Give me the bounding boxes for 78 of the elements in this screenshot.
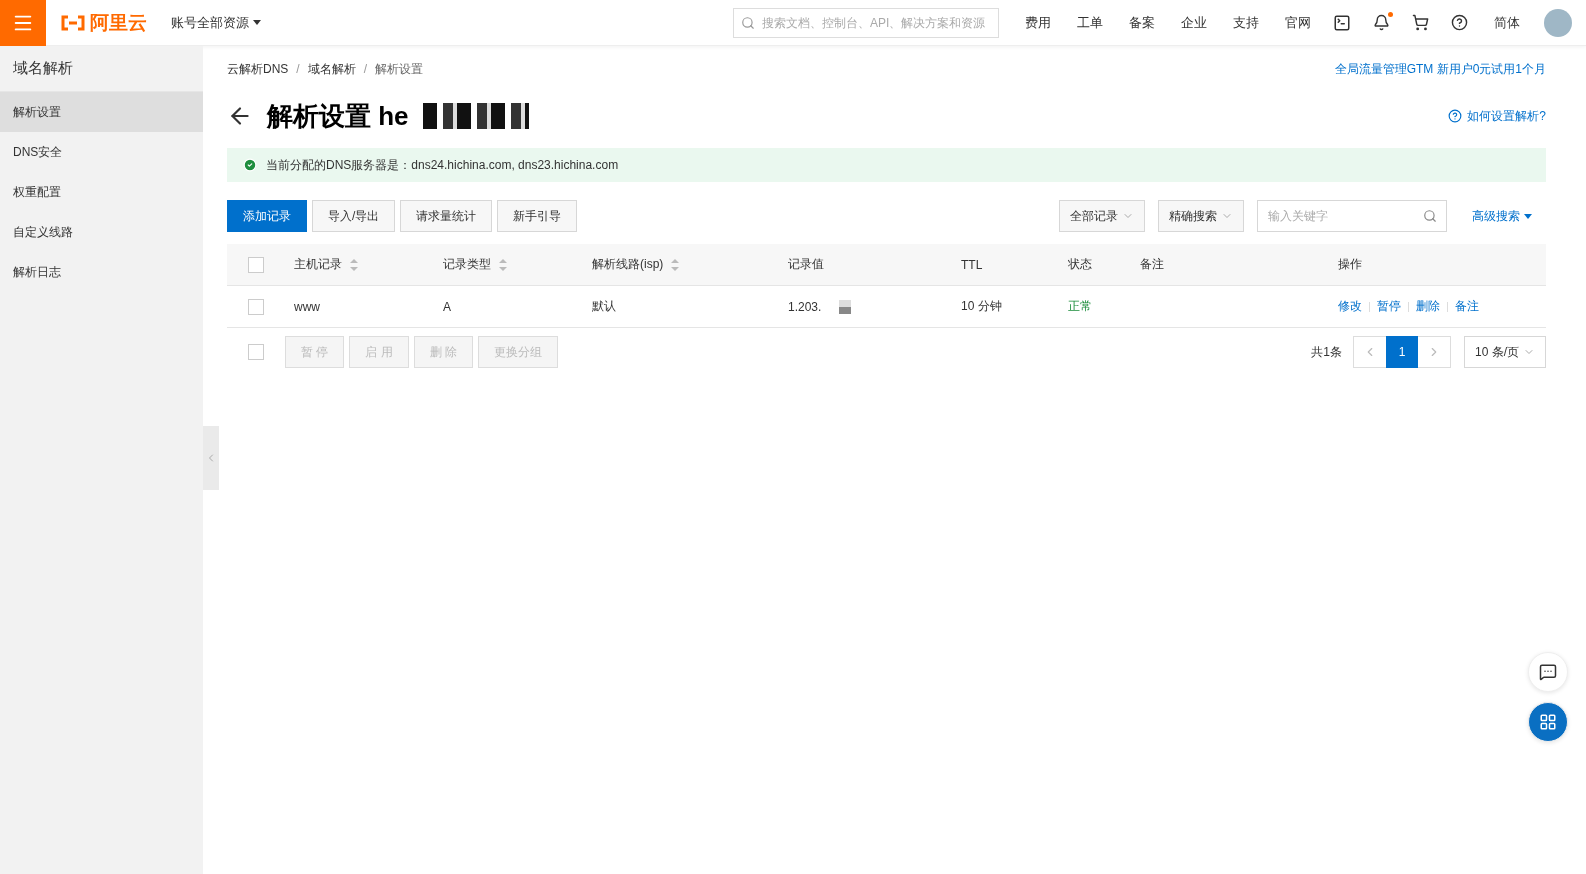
menu-button[interactable]: [0, 0, 46, 46]
keyword-field[interactable]: 输入关键字: [1257, 200, 1447, 232]
check-icon: [243, 158, 257, 172]
table-cell-text: A: [443, 299, 452, 314]
action-button[interactable]: 添加记录: [227, 200, 307, 232]
grid-icon: [1539, 713, 1557, 731]
status-text: 正常: [1068, 298, 1093, 315]
nav-link[interactable]: 费用: [1025, 13, 1051, 32]
logo-text: 阿里云: [90, 10, 147, 35]
advanced-search-link[interactable]: 高级搜索: [1472, 207, 1532, 225]
column-header: 记录值: [788, 256, 824, 273]
help-icon[interactable]: [1451, 14, 1468, 31]
help-icon: [1448, 109, 1463, 123]
row-action-link[interactable]: 修改: [1338, 298, 1362, 315]
page-size-dropdown[interactable]: 10 条/页: [1464, 336, 1546, 368]
checkbox[interactable]: [248, 344, 264, 360]
promo-link[interactable]: 全局流量管理GTM 新用户0元试用1个月: [1334, 60, 1546, 78]
column-header: 操作: [1338, 256, 1362, 273]
table-cell-text: www: [294, 299, 321, 314]
nav-link[interactable]: 官网: [1285, 13, 1311, 32]
column-header: TTL: [961, 257, 983, 272]
sort-icon[interactable]: [499, 258, 507, 271]
search-icon: [741, 15, 755, 30]
redacted-mosaic: [839, 299, 852, 314]
chat-icon: [1539, 663, 1557, 681]
sidebar-item[interactable]: 解析设置: [0, 92, 203, 132]
column-header: 备注: [1140, 256, 1164, 273]
breadcrumb-separator: /: [296, 62, 300, 76]
terminal-icon[interactable]: [1333, 13, 1351, 32]
sidebar-item[interactable]: 权重配置: [0, 172, 203, 212]
nav-link[interactable]: 备案: [1129, 13, 1155, 32]
column-header: 主机记录: [294, 256, 342, 273]
breadcrumb-link[interactable]: 解析设置: [375, 60, 424, 78]
row-action-link[interactable]: 暂停: [1377, 298, 1401, 315]
breadcrumb-link[interactable]: 云解析DNS: [227, 60, 289, 78]
record-filter-dropdown[interactable]: 全部记录: [1059, 200, 1145, 232]
collapse-handle[interactable]: [203, 426, 219, 490]
sort-icon[interactable]: [350, 258, 358, 271]
table-cell-text: 默认: [592, 298, 617, 315]
avatar[interactable]: [1544, 8, 1572, 37]
table-cell-text: 10 分钟: [961, 298, 1003, 315]
column-header: 解析线路(isp): [592, 256, 664, 273]
action-button[interactable]: 导入/导出: [312, 200, 396, 232]
apps-button[interactable]: [1528, 702, 1568, 742]
search-field[interactable]: 搜索文档、控制台、API、解决方案和资源: [733, 7, 999, 38]
sidebar-item[interactable]: DNS安全: [0, 132, 203, 172]
language-link[interactable]: 简体: [1494, 13, 1520, 32]
row-action-link[interactable]: 备注: [1455, 298, 1479, 315]
page-button[interactable]: 1: [1386, 336, 1418, 368]
checkbox[interactable]: [248, 256, 264, 273]
breadcrumb-separator: /: [363, 62, 368, 76]
account-dropdown[interactable]: 账号全部资源: [165, 12, 267, 33]
nav-link[interactable]: 企业: [1181, 13, 1207, 32]
caret-icon: [1524, 213, 1532, 219]
sidebar-item[interactable]: 解析日志: [0, 252, 203, 292]
table-cell: 1.203.: [788, 299, 822, 314]
search-icon: [1423, 209, 1437, 223]
breadcrumb-link[interactable]: 域名解析: [307, 60, 356, 78]
bell-icon[interactable]: [1373, 14, 1390, 31]
page-title: 解析设置 he: [267, 99, 409, 133]
search-mode-dropdown[interactable]: 精确搜索: [1158, 200, 1244, 232]
notice-text: 当前分配的DNS服务器是：dns24.hichina.com, dns23.hichina.com: [266, 156, 619, 174]
action-button[interactable]: 请求量统计: [400, 200, 493, 232]
total-count: 共1条: [1311, 343, 1342, 361]
row-action-link[interactable]: 删除: [1416, 298, 1440, 315]
chat-button[interactable]: [1528, 652, 1568, 692]
cart-icon[interactable]: [1412, 14, 1429, 31]
nav-link[interactable]: 工单: [1077, 13, 1103, 32]
nav-link[interactable]: 支持: [1233, 13, 1259, 32]
help-link[interactable]: 如何设置解析?: [1448, 107, 1546, 125]
column-header: 状态: [1068, 256, 1092, 273]
checkbox[interactable]: [248, 298, 264, 315]
column-header: 记录类型: [443, 256, 491, 273]
action-button[interactable]: 新手引导: [497, 200, 578, 232]
caret-icon: [253, 20, 261, 25]
sidebar-item[interactable]: 自定义线路: [0, 212, 203, 252]
logo-icon: [60, 14, 86, 31]
sort-icon[interactable]: [671, 258, 680, 271]
